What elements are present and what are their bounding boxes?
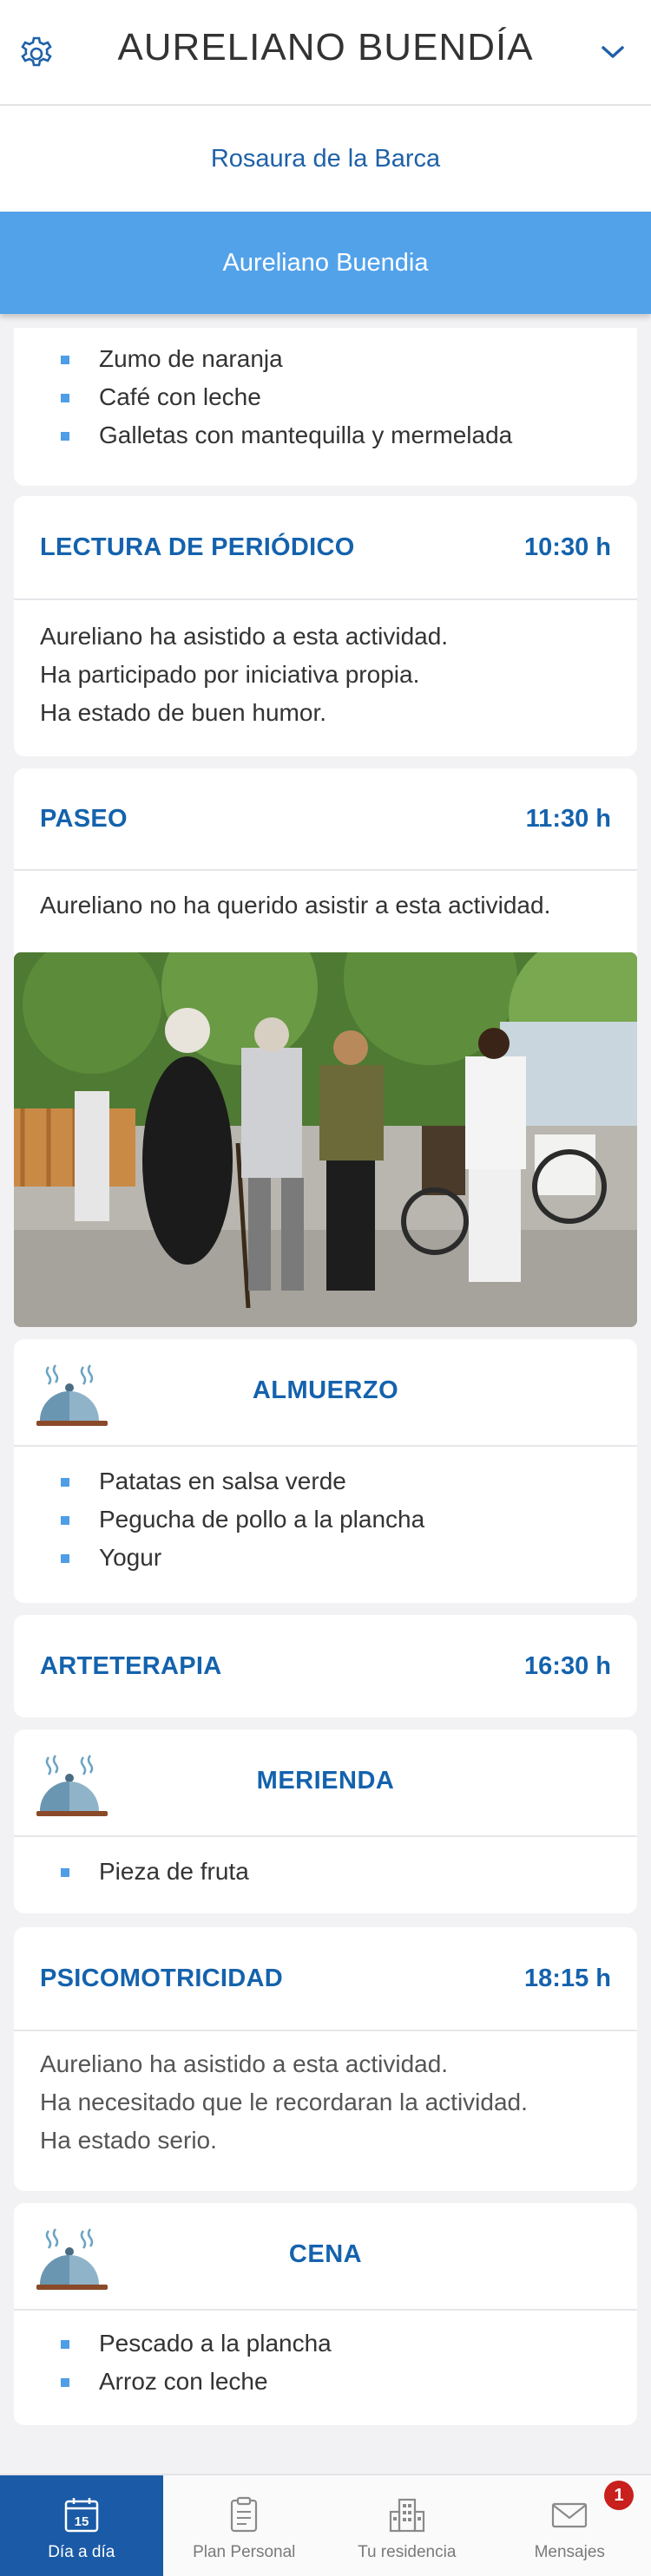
tab-mensajes[interactable]: Mensajes 1	[489, 2475, 651, 2576]
list-item: Zumo de naranja	[61, 340, 637, 378]
list-item: Café con leche	[61, 378, 637, 416]
tab-label: Plan Personal	[193, 2543, 296, 2561]
activity-title: PSICOMOTRICIDAD	[40, 1964, 283, 1992]
list-item: Pescado a la plancha	[61, 2324, 637, 2363]
tab-label: Día a día	[48, 2543, 115, 2561]
resident-option-label: Rosaura de la Barca	[210, 144, 441, 173]
note-line: Ha estado de buen humor.	[40, 699, 327, 726]
activity-notes: Aureliano no ha querido asistir a esta a…	[14, 871, 637, 925]
activity-card-psicomotricidad[interactable]: PSICOMOTRICIDAD 18:15 h Aureliano ha asi…	[14, 1927, 637, 2191]
resident-option-aureliano[interactable]: Aureliano Buendia	[0, 212, 651, 314]
calendar-icon: 15	[64, 2498, 98, 2533]
activity-title: PASEO	[40, 804, 128, 833]
activity-card-lectura[interactable]: LECTURA DE PERIÓDICO 10:30 h Aureliano h…	[14, 496, 637, 756]
meal-items: Patatas en salsa verde Pegucha de pollo …	[14, 1447, 637, 1577]
list-item: Galletas con mantequilla y mermelada	[61, 416, 637, 454]
tab-plan-personal[interactable]: Plan Personal	[163, 2475, 326, 2576]
list-item: Pegucha de pollo a la plancha	[61, 1500, 637, 1539]
app-header: AURELIANO BUENDÍA	[0, 0, 651, 106]
meal-card-almuerzo[interactable]: ALMUERZO Patatas en salsa verde Pegucha …	[14, 1339, 637, 1603]
envelope-icon	[552, 2502, 588, 2528]
bottom-tab-bar: 15 Día a día Plan Personal Tu residencia	[0, 2474, 651, 2576]
breakfast-card: Zumo de naranja Café con leche Galletas …	[14, 328, 637, 486]
tab-label: Mensajes	[534, 2543, 605, 2561]
activity-time: 16:30 h	[524, 1651, 611, 1680]
note-line: Ha estado serio.	[40, 2127, 217, 2154]
resident-option-rosaura[interactable]: Rosaura de la Barca	[0, 106, 651, 212]
meal-title: MERIENDA	[256, 1767, 395, 1795]
building-icon	[389, 2498, 424, 2533]
calendar-day: 15	[74, 2514, 89, 2529]
tab-tu-residencia[interactable]: Tu residencia	[326, 2475, 489, 2576]
note-line: Aureliano no ha querido asistir a esta a…	[40, 892, 551, 919]
meal-items: Pescado a la plancha Arroz con leche	[14, 2311, 637, 2401]
activity-photo[interactable]	[14, 952, 637, 1327]
meal-items: Pieza de fruta	[14, 1837, 637, 1891]
list-item: Yogur	[61, 1539, 637, 1577]
tab-dia-a-dia[interactable]: 15 Día a día	[0, 2475, 163, 2576]
breakfast-list: Zumo de naranja Café con leche Galletas …	[14, 328, 637, 454]
activity-card-arteterapia[interactable]: ARTETERAPIA 16:30 h	[14, 1615, 637, 1717]
activity-title: ARTETERAPIA	[40, 1651, 222, 1680]
note-line: Ha necesitado que le recordaran la activ…	[40, 2089, 528, 2115]
tab-label: Tu residencia	[358, 2543, 457, 2561]
activity-title: LECTURA DE PERIÓDICO	[40, 533, 355, 561]
resident-option-label: Aureliano Buendia	[222, 248, 429, 277]
activity-photo-image	[14, 952, 637, 1327]
clipboard-icon	[231, 2496, 258, 2533]
chevron-down-icon[interactable]	[601, 43, 625, 61]
page-title: AURELIANO BUENDÍA	[117, 26, 534, 69]
list-item: Patatas en salsa verde	[61, 1462, 637, 1500]
meal-card-cena[interactable]: CENA Pescado a la plancha Arroz con lech…	[14, 2203, 637, 2425]
meal-title: ALMUERZO	[252, 1376, 399, 1404]
activity-notes: Aureliano ha asistido a esta actividad. …	[14, 2031, 637, 2160]
activity-time: 18:15 h	[524, 1964, 611, 1992]
note-line: Ha participado por iniciativa propia.	[40, 661, 420, 688]
list-item: Pieza de fruta	[61, 1853, 637, 1891]
activity-time: 11:30 h	[525, 804, 611, 833]
meal-card-merienda[interactable]: MERIENDA Pieza de fruta	[14, 1729, 637, 1913]
unread-badge: 1	[604, 2481, 634, 2510]
note-line: Aureliano ha asistido a esta actividad.	[40, 623, 449, 650]
meal-title: CENA	[288, 2240, 363, 2268]
list-item: Arroz con leche	[61, 2363, 637, 2401]
activity-notes: Aureliano ha asistido a esta actividad. …	[14, 600, 637, 732]
activity-time: 10:30 h	[524, 533, 611, 561]
note-line: Aureliano ha asistido a esta actividad.	[40, 2050, 449, 2077]
